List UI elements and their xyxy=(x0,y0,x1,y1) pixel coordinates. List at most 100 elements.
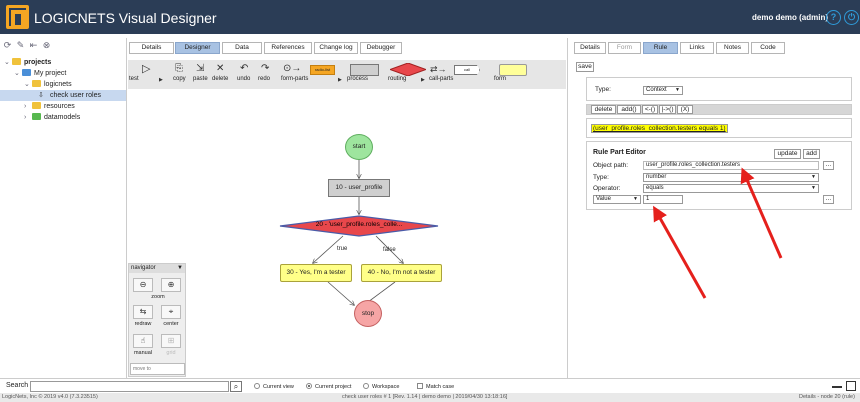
object-path-input[interactable]: user_profile.roles_collection.testers xyxy=(643,161,819,170)
tree-item[interactable]: ⌄ projects xyxy=(0,57,126,68)
search-icon[interactable]: ⌕ xyxy=(230,381,242,392)
option-current-view[interactable]: Current view xyxy=(254,383,294,390)
status-copyright: LogicNets, Inc © 2019 v4.0 (7.3.23515) xyxy=(2,394,98,400)
value-type-select[interactable]: number ▼ xyxy=(643,173,819,182)
center-icon[interactable]: ⌖ xyxy=(161,305,181,319)
refresh-icon[interactable]: ⟳ xyxy=(2,40,13,50)
move-left-button[interactable]: <-() xyxy=(642,105,658,114)
chevron-down-icon[interactable]: ⌄ xyxy=(24,79,32,90)
move-to-input[interactable]: move to xyxy=(130,363,185,375)
palette-label[interactable]: process xyxy=(347,76,368,82)
minimize-icon[interactable] xyxy=(832,386,842,388)
palette-label[interactable]: paste xyxy=(193,76,208,82)
browse-path-button[interactable]: ... xyxy=(823,161,834,170)
tab-rule[interactable]: Rule xyxy=(643,42,678,54)
collapse-icon[interactable]: ▼ xyxy=(177,264,183,273)
redo-icon[interactable]: ↷ xyxy=(261,64,269,74)
type-select[interactable]: Context ▼ xyxy=(643,86,683,95)
palette-label[interactable]: routing xyxy=(388,76,406,82)
tab-debugger[interactable]: Debugger xyxy=(360,42,402,54)
call-arrow-icon[interactable]: ⇄→ xyxy=(430,64,447,74)
palette-label[interactable]: redo xyxy=(258,76,270,82)
chevron-down-icon[interactable]: ⌄ xyxy=(14,68,22,79)
help-icon[interactable]: ? xyxy=(826,10,841,25)
tree-item[interactable]: ⇩ check user roles xyxy=(0,90,126,101)
routing-shape[interactable] xyxy=(388,62,428,77)
tab-references[interactable]: References xyxy=(264,42,312,54)
tree-item[interactable]: › datamodels xyxy=(0,112,126,123)
start-node[interactable]: start xyxy=(345,134,373,160)
add-button[interactable]: add xyxy=(803,149,820,159)
expand-arrow-icon[interactable]: ▶ xyxy=(338,77,342,83)
match-case-label: Match case xyxy=(426,384,455,390)
chevron-down-icon[interactable]: ⌄ xyxy=(4,57,12,68)
hand-icon[interactable]: ☝ xyxy=(133,334,153,348)
process-node[interactable]: 10 - user_profile xyxy=(328,179,390,197)
user-name[interactable]: demo demo (admin) xyxy=(752,13,828,22)
browse-value-button[interactable]: ... xyxy=(823,195,834,204)
tab-form[interactable]: Form xyxy=(608,42,641,54)
move-right-button[interactable]: |->() xyxy=(659,105,676,114)
option-current-project[interactable]: Current project xyxy=(306,383,351,390)
option-label: Current project xyxy=(315,384,352,390)
copy-icon[interactable]: ⎘ xyxy=(175,64,183,74)
undo-icon[interactable]: ↶ xyxy=(240,64,248,74)
update-button[interactable]: update xyxy=(774,149,801,159)
tab-links[interactable]: Links xyxy=(680,42,714,54)
value-mode: Value xyxy=(596,196,611,202)
radio-list-shape[interactable]: radio-list xyxy=(310,65,335,75)
palette-label[interactable]: copy xyxy=(173,76,186,82)
tab-change-log[interactable]: Change log xyxy=(314,42,358,54)
yes-node[interactable]: 30 - Yes, I'm a tester xyxy=(280,264,352,282)
paste-icon[interactable]: ⇲ xyxy=(196,64,204,74)
radio-icon[interactable]: ⊙→ xyxy=(283,64,301,74)
option-workspace[interactable]: Workspace xyxy=(363,383,399,390)
tab-details[interactable]: Details xyxy=(129,42,174,54)
remove-icon[interactable]: ⊗ xyxy=(41,40,52,50)
zoom-out-icon[interactable]: ⊖ xyxy=(133,278,153,292)
tab-details[interactable]: Details xyxy=(574,42,606,54)
tree-item[interactable]: ⌄ My project xyxy=(0,68,126,79)
save-button[interactable]: save xyxy=(576,62,594,72)
delete-button[interactable]: delete xyxy=(591,105,616,114)
palette-label[interactable]: test xyxy=(129,76,139,82)
value-input[interactable]: 1 xyxy=(643,195,683,204)
tree-item[interactable]: › resources xyxy=(0,101,126,112)
palette-label[interactable]: delete xyxy=(212,76,228,82)
call-shape[interactable]: call xyxy=(454,65,480,75)
expand-arrow-icon[interactable]: ▶ xyxy=(421,77,425,83)
palette-label[interactable]: undo xyxy=(237,76,250,82)
tab-designer[interactable]: Designer xyxy=(175,42,220,54)
expand-arrow-icon[interactable]: ▶ xyxy=(159,77,163,83)
chevron-right-icon[interactable]: › xyxy=(24,112,32,123)
tab-data[interactable]: Data xyxy=(222,42,262,54)
search-input[interactable] xyxy=(30,381,229,392)
import-icon[interactable]: ⇤ xyxy=(28,40,39,50)
value-mode-select[interactable]: Value ▼ xyxy=(593,195,641,204)
zoom-in-icon[interactable]: ⊕ xyxy=(161,278,181,292)
chevron-right-icon[interactable]: › xyxy=(24,101,32,112)
tab-code[interactable]: Code xyxy=(751,42,785,54)
operator-select[interactable]: equals ▼ xyxy=(643,184,819,193)
delete-icon[interactable]: ✕ xyxy=(216,64,224,74)
play-icon[interactable]: ▷ xyxy=(142,64,150,75)
redraw-icon[interactable]: ⇆ xyxy=(133,305,153,319)
process-shape[interactable] xyxy=(350,64,379,76)
add-group-button[interactable]: add() xyxy=(617,105,641,114)
edit-icon[interactable]: ✎ xyxy=(15,40,26,50)
negate-button[interactable]: (X) xyxy=(677,105,693,114)
tree-item[interactable]: ⌄ logicnets xyxy=(0,79,126,90)
decision-node[interactable]: 20 - 'user_profile.roles_colle... xyxy=(279,215,439,237)
maximize-icon[interactable] xyxy=(846,381,856,391)
power-icon[interactable]: ⏻ xyxy=(844,10,859,25)
tab-notes[interactable]: Notes xyxy=(716,42,749,54)
flow-canvas[interactable]: start 10 - user_profile 20 - 'user_profi… xyxy=(128,90,566,378)
rule-expression[interactable]: (user_profile.roles_collection.testers e… xyxy=(591,124,728,133)
palette-label[interactable]: form-parts xyxy=(281,76,308,82)
palette-label[interactable]: form xyxy=(494,76,506,82)
form-shape[interactable] xyxy=(499,64,527,76)
stop-node[interactable]: stop xyxy=(354,300,382,327)
palette-label[interactable]: call-parts xyxy=(429,76,453,82)
match-case-checkbox[interactable]: Match case xyxy=(417,383,454,390)
no-node[interactable]: 40 - No, I'm not a tester xyxy=(361,264,442,282)
